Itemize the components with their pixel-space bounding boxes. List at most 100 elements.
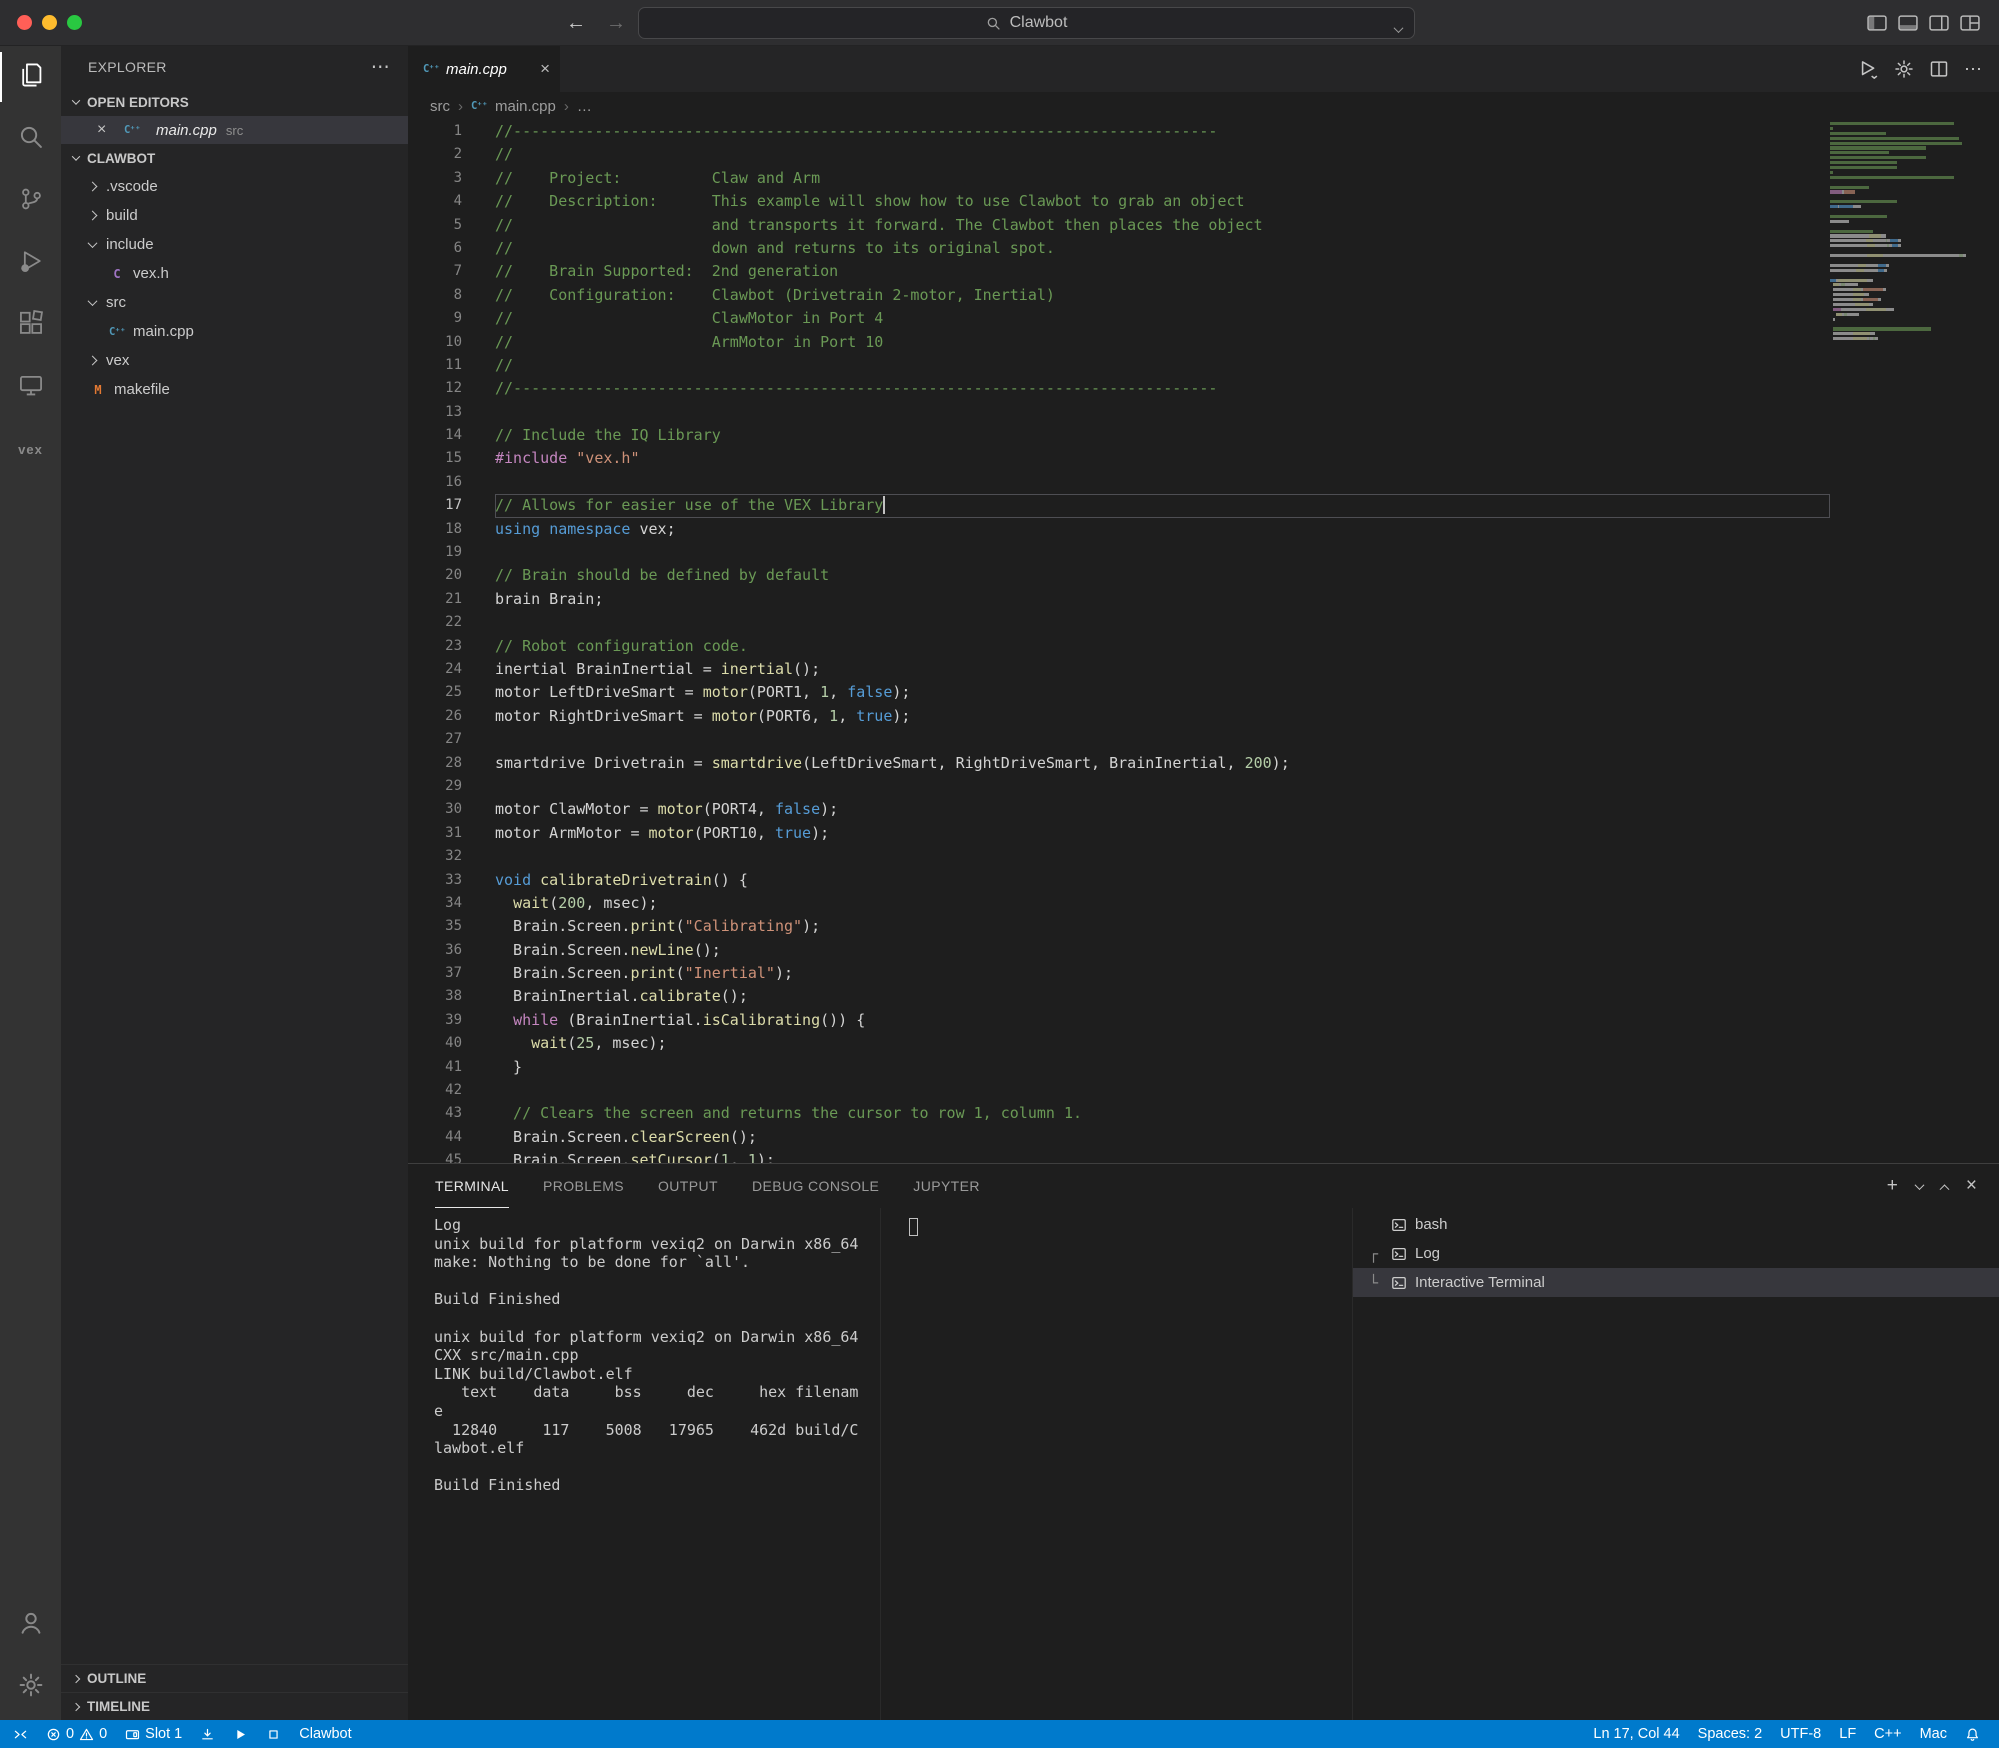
code-line-38[interactable]: 38 BrainInertial.calibrate();	[408, 985, 1999, 1008]
activity-search[interactable]	[0, 108, 61, 170]
code-line-42[interactable]: 42	[408, 1079, 1999, 1102]
new-terminal-button[interactable]: +	[1887, 1175, 1898, 1197]
status-eol[interactable]: LF	[1830, 1720, 1865, 1748]
terminal-list-item-interactive-terminal[interactable]: └ Interactive Terminal	[1353, 1268, 1999, 1297]
code-line-39[interactable]: 39 while (BrainInertial.isCalibrating())…	[408, 1009, 1999, 1032]
code-line-17[interactable]: 17// Allows for easier use of the VEX Li…	[408, 494, 1999, 518]
code-line-30[interactable]: 30 motor ClawMotor = motor(PORT4, false);	[408, 798, 1999, 821]
close-icon[interactable]: ×	[97, 121, 113, 139]
activity-extensions[interactable]	[0, 294, 61, 356]
code-line-4[interactable]: 4// Description: This example will show …	[408, 190, 1999, 213]
code-line-2[interactable]: 2//	[408, 143, 1999, 166]
close-panel-icon[interactable]: ×	[1966, 1175, 1977, 1197]
status-indentation[interactable]: Spaces: 2	[1689, 1720, 1772, 1748]
tree-item-src[interactable]: src	[61, 288, 408, 317]
code-line-16[interactable]: 16	[408, 471, 1999, 494]
open-editor-item-main-cpp[interactable]: × C⁺⁺ main.cpp src	[61, 116, 408, 144]
code-line-10[interactable]: 10// ArmMotor in Port 10	[408, 331, 1999, 354]
panel-tab-jupyter[interactable]: JUPYTER	[913, 1164, 980, 1208]
code-line-6[interactable]: 6// down and returns to its original spo…	[408, 237, 1999, 260]
status-language-mode[interactable]: C++	[1865, 1720, 1910, 1748]
tree-item-main.cpp[interactable]: C⁺⁺ main.cpp	[61, 317, 408, 346]
status-project-name[interactable]: Clawbot	[290, 1720, 360, 1748]
code-line-43[interactable]: 43 // Clears the screen and returns the …	[408, 1102, 1999, 1125]
status-remote-os[interactable]: Mac	[1911, 1720, 1956, 1748]
tree-item-vex.h[interactable]: Cvex.h	[61, 259, 408, 288]
activity-accounts[interactable]	[0, 1594, 61, 1656]
panel-tab-output[interactable]: OUTPUT	[658, 1164, 718, 1208]
close-tab-icon[interactable]: ×	[540, 59, 550, 79]
forward-button[interactable]: →	[606, 12, 626, 35]
code-line-37[interactable]: 37 Brain.Screen.print("Inertial");	[408, 962, 1999, 985]
more-actions-icon[interactable]: ⋯	[1964, 59, 1982, 80]
tree-item-vex[interactable]: vex	[61, 346, 408, 375]
code-line-7[interactable]: 7// Brain Supported: 2nd generation	[408, 260, 1999, 283]
breadcrumb-item-1[interactable]: main.cpp	[495, 98, 556, 115]
terminal-profile-chevron-icon[interactable]	[1914, 1179, 1925, 1190]
code-line-34[interactable]: 34 wait(200, msec);	[408, 892, 1999, 915]
maximize-panel-icon[interactable]	[1939, 1183, 1950, 1194]
status-vex-stop[interactable]	[257, 1720, 290, 1748]
status-vex-play[interactable]	[224, 1720, 257, 1748]
code-line-15[interactable]: 15 #include "vex.h"	[408, 447, 1999, 470]
code-line-8[interactable]: 8// Configuration: Clawbot (Drivetrain 2…	[408, 284, 1999, 307]
activity-run-debug[interactable]	[0, 232, 61, 294]
tree-item-include[interactable]: include	[61, 230, 408, 259]
code-line-25[interactable]: 25 motor LeftDriveSmart = motor(PORT1, 1,…	[408, 681, 1999, 704]
code-line-45[interactable]: 45 Brain.Screen.setCursor(1, 1);	[408, 1149, 1999, 1163]
code-line-19[interactable]: 19	[408, 541, 1999, 564]
toggle-primary-sidebar-icon[interactable]	[1866, 12, 1888, 34]
panel-tab-debug-console[interactable]: DEBUG CONSOLE	[752, 1164, 879, 1208]
timeline-section-header[interactable]: TIMELINE	[61, 1692, 408, 1720]
code-line-33[interactable]: 33 void calibrateDrivetrain() {	[408, 869, 1999, 892]
code-line-24[interactable]: 24 inertial BrainInertial = inertial();	[408, 658, 1999, 681]
interactive-terminal-pane[interactable]	[880, 1208, 1352, 1720]
status-encoding[interactable]: UTF-8	[1771, 1720, 1830, 1748]
code-line-3[interactable]: 3// Project: Claw and Arm	[408, 167, 1999, 190]
minimap[interactable]	[1830, 122, 1982, 342]
more-actions-icon[interactable]: ⋯	[371, 56, 390, 79]
code-line-20[interactable]: 20// Brain should be defined by default	[408, 564, 1999, 587]
activity-source-control[interactable]	[0, 170, 61, 232]
code-line-29[interactable]: 29	[408, 775, 1999, 798]
code-line-40[interactable]: 40 wait(25, msec);	[408, 1032, 1999, 1055]
code-line-44[interactable]: 44 Brain.Screen.clearScreen();	[408, 1126, 1999, 1149]
status-cursor-position[interactable]: Ln 17, Col 44	[1584, 1720, 1688, 1748]
run-button[interactable]	[1858, 59, 1879, 80]
gear-icon[interactable]	[1894, 59, 1914, 79]
status-problems[interactable]: 00	[37, 1720, 116, 1748]
close-window-button[interactable]	[17, 15, 32, 30]
code-line-9[interactable]: 9// ClawMotor in Port 4	[408, 307, 1999, 330]
panel-tab-problems[interactable]: PROBLEMS	[543, 1164, 624, 1208]
code-line-23[interactable]: 23// Robot configuration code.	[408, 635, 1999, 658]
code-line-22[interactable]: 22	[408, 611, 1999, 634]
code-line-31[interactable]: 31 motor ArmMotor = motor(PORT10, true);	[408, 822, 1999, 845]
code-line-1[interactable]: 1//-------------------------------------…	[408, 120, 1999, 143]
code-line-11[interactable]: 11//	[408, 354, 1999, 377]
terminal-output[interactable]: Log unix build for platform vexiq2 on Dar…	[408, 1208, 880, 1720]
outline-section-header[interactable]: OUTLINE	[61, 1664, 408, 1692]
terminal-list-item-bash[interactable]: bash	[1353, 1210, 1999, 1239]
code-line-32[interactable]: 32	[408, 845, 1999, 868]
code-line-12[interactable]: 12//------------------------------------…	[408, 377, 1999, 400]
terminal-list-item-log[interactable]: ┌ Log	[1353, 1239, 1999, 1268]
status-vex-slot[interactable]: Slot 1	[116, 1720, 191, 1748]
code-line-21[interactable]: 21 brain Brain;	[408, 588, 1999, 611]
toggle-panel-icon[interactable]	[1897, 12, 1919, 34]
code-line-27[interactable]: 27	[408, 728, 1999, 751]
code-line-41[interactable]: 41 }	[408, 1056, 1999, 1079]
activity-settings[interactable]	[0, 1656, 61, 1718]
customize-layout-icon[interactable]	[1959, 12, 1981, 34]
code-line-18[interactable]: 18 using namespace vex;	[408, 518, 1999, 541]
back-button[interactable]: ←	[566, 12, 586, 35]
tree-item-makefile[interactable]: Mmakefile	[61, 375, 408, 404]
activity-explorer[interactable]	[0, 46, 61, 108]
status-remote-indicator[interactable]	[4, 1720, 37, 1748]
code-line-26[interactable]: 26 motor RightDriveSmart = motor(PORT6, 1…	[408, 705, 1999, 728]
tree-item-.vscode[interactable]: .vscode	[61, 172, 408, 201]
activity-vex[interactable]: vex	[0, 418, 61, 480]
panel-tab-terminal[interactable]: TERMINAL	[435, 1164, 509, 1208]
toggle-secondary-sidebar-icon[interactable]	[1928, 12, 1950, 34]
split-editor-icon[interactable]	[1929, 59, 1949, 79]
workspace-root-header[interactable]: CLAWBOT	[61, 144, 408, 172]
